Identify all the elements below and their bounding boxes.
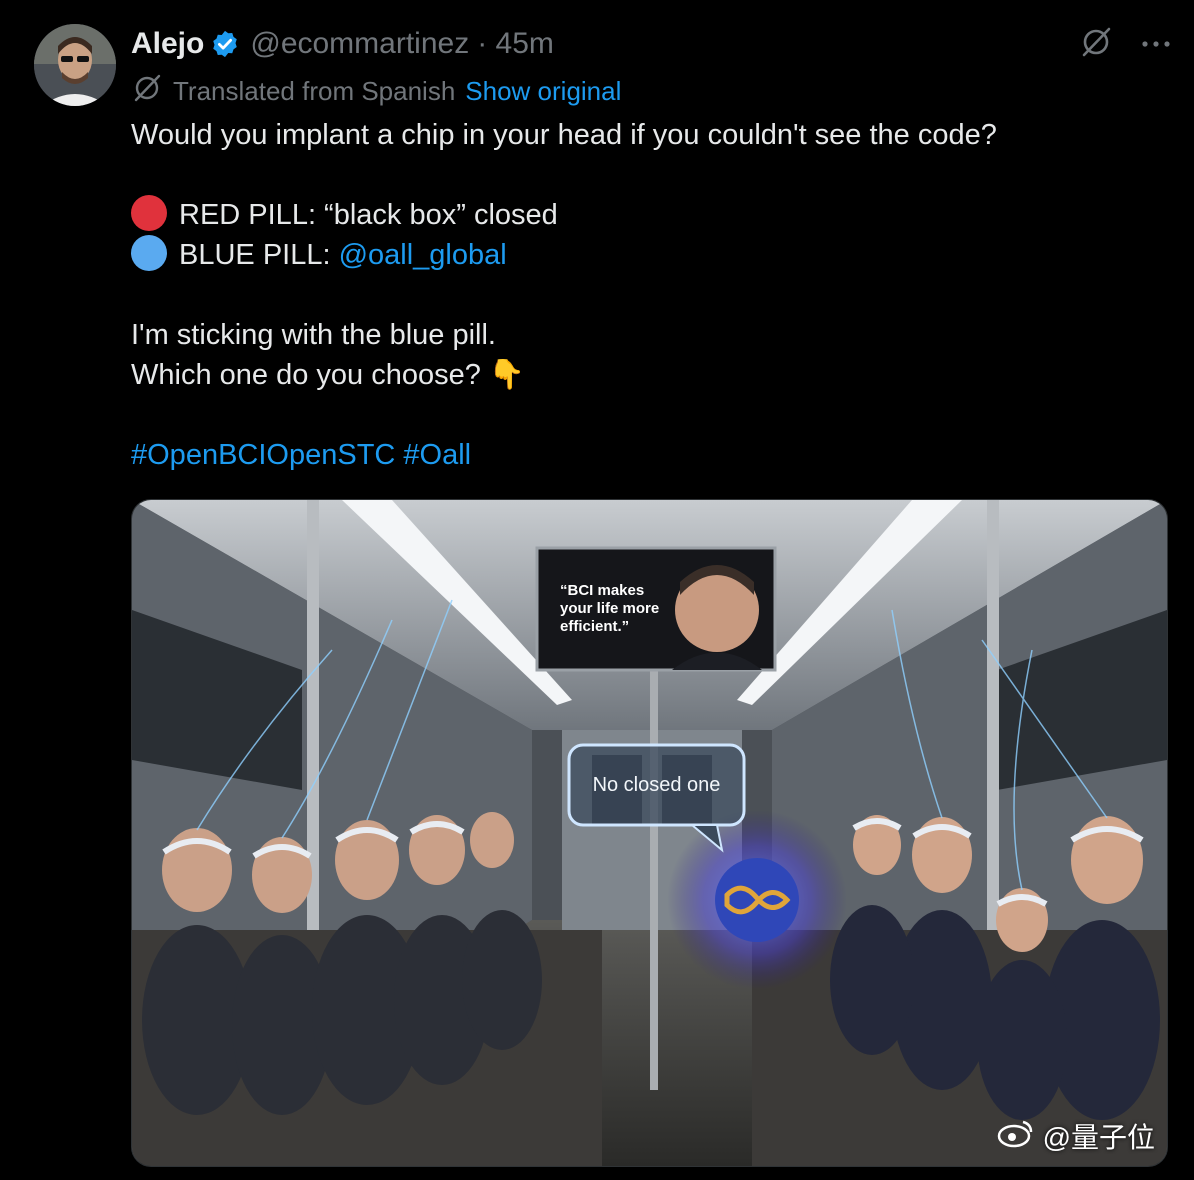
tweet-header: Alejo @ecommartinez · 45m (131, 26, 554, 62)
watermark: @量子位 (997, 1116, 1155, 1156)
watermark-text: @量子位 (1042, 1122, 1155, 1153)
hashtag-link[interactable]: #OpenBCIOpenSTC (131, 439, 395, 471)
author-handle[interactable]: @ecommartinez (250, 27, 469, 61)
translated-label: Translated from Spanish (173, 75, 456, 106)
tweet-text-choose: Which one do you choose? (131, 359, 481, 391)
blue-circle-icon (131, 235, 167, 271)
tweet-text-choose-line: Which one do you choose? 👇 (131, 355, 525, 395)
author-name[interactable]: Alejo (131, 27, 204, 61)
verified-badge-icon (210, 29, 240, 59)
translation-row: Translated from Spanish Show original (131, 74, 621, 108)
mention-link[interactable]: @oall_global (339, 239, 507, 271)
tweet-media-image[interactable]: “BCI makes your life more efficient.” No… (131, 499, 1168, 1167)
hashtag-link[interactable]: #Oall (403, 439, 471, 471)
more-options-icon[interactable] (1140, 36, 1172, 54)
speech-bubble-text: No closed one (592, 774, 721, 796)
hashtags-line: #OpenBCIOpenSTC #Oall (131, 435, 471, 475)
red-pill-line: RED PILL: “black box” closed (131, 195, 558, 235)
post-time[interactable]: · 45m (477, 27, 554, 61)
blue-pill-line: BLUE PILL: @oall_global (131, 235, 507, 275)
red-pill-text: RED PILL: “black box” closed (179, 199, 558, 231)
tweet-text-line-1: Would you implant a chip in your head if… (131, 119, 997, 151)
show-original-link[interactable]: Show original (465, 76, 621, 107)
translate-icon (131, 72, 163, 111)
weibo-icon (997, 1118, 1035, 1155)
tweet-text-stick: I'm sticking with the blue pill. (131, 319, 496, 351)
red-circle-icon (131, 195, 167, 231)
avatar[interactable] (34, 24, 116, 106)
billboard-text: “BCI makes your life more efficient.” (560, 582, 660, 635)
grok-slash-icon[interactable] (1080, 26, 1112, 63)
blue-pill-prefix: BLUE PILL: (179, 239, 331, 271)
pointing-down-icon: 👇 (488, 359, 526, 391)
